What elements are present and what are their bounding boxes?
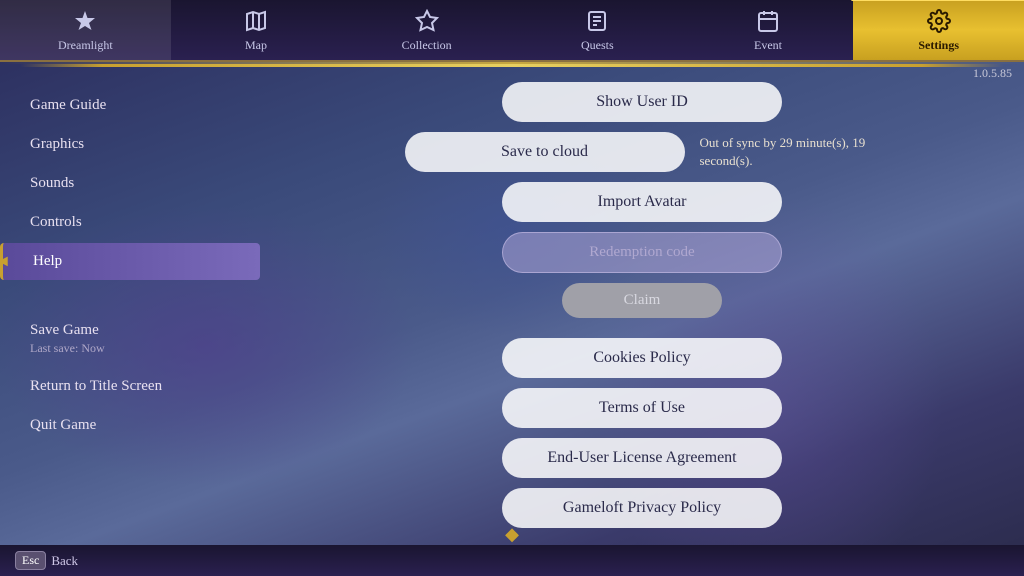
redemption-code-input[interactable] [502,232,782,273]
nav-label-map: Map [245,39,267,51]
nav-label-event: Event [754,39,782,51]
privacy-policy-button[interactable]: Gameloft Privacy Policy [502,488,782,528]
dreamlight-icon [73,9,97,37]
settings-icon [927,9,951,37]
esc-key-badge: Esc [15,551,46,570]
version-number: 1.0.5.85 [973,66,1012,81]
import-avatar-button[interactable]: Import Avatar [502,182,782,222]
cookies-policy-button[interactable]: Cookies Policy [502,338,782,378]
sidebar-item-graphics[interactable]: Graphics [0,126,260,163]
sidebar-item-quit-game[interactable]: Quit Game [0,407,260,444]
map-icon [244,9,268,37]
back-button[interactable]: Esc Back [15,551,78,570]
sidebar-item-game-guide[interactable]: Game Guide [0,87,260,124]
nav-label-settings: Settings [918,39,959,51]
claim-button[interactable]: Claim [562,283,722,318]
nav-label-dreamlight: Dreamlight [58,39,113,51]
bottom-bar: Esc Back [0,545,1024,576]
top-navigation: Dreamlight Map Collection [0,0,1024,62]
sidebar: Game Guide Graphics Sounds Controls Help… [0,67,260,545]
nav-item-quests[interactable]: Quests [512,0,683,60]
sidebar-item-controls[interactable]: Controls [0,204,260,241]
show-user-id-button[interactable]: Show User ID [502,82,782,122]
sync-note: Out of sync by 29 minute(s), 19 second(s… [700,134,880,170]
save-to-cloud-button[interactable]: Save to cloud [405,132,685,172]
sidebar-item-sounds[interactable]: Sounds [0,165,260,202]
back-label: Back [51,553,78,569]
nav-item-collection[interactable]: Collection [341,0,512,60]
content-panel: Show User ID Save to cloud Out of sync b… [260,67,1024,545]
last-save-label: Last save: Now [30,341,240,356]
terms-of-use-button[interactable]: Terms of Use [502,388,782,428]
sidebar-item-save-game[interactable]: Save Game Last save: Now [0,312,260,366]
nav-item-map[interactable]: Map [171,0,342,60]
bottom-diamond-decoration: ◆ [505,524,519,545]
eula-button[interactable]: End-User License Agreement [502,438,782,478]
save-cloud-row: Save to cloud Out of sync by 29 minute(s… [300,132,984,172]
quests-icon [585,9,609,37]
event-icon [756,9,780,37]
sidebar-item-return-title[interactable]: Return to Title Screen [0,368,260,405]
sidebar-item-help[interactable]: Help [0,243,260,280]
nav-item-event[interactable]: Event [683,0,854,60]
main-content: Game Guide Graphics Sounds Controls Help… [0,67,1024,545]
frame-top [0,64,1024,67]
nav-label-quests: Quests [581,39,614,51]
collection-icon [415,9,439,37]
nav-label-collection: Collection [402,39,452,51]
nav-item-dreamlight[interactable]: Dreamlight [0,0,171,60]
nav-item-settings[interactable]: Settings [853,0,1024,60]
